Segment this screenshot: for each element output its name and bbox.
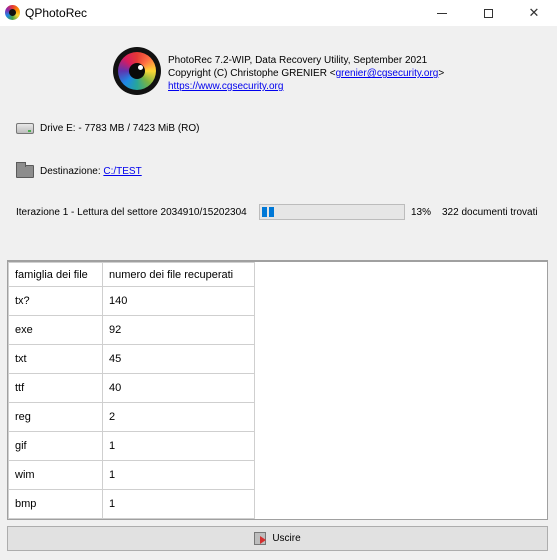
file-family-cell: exe [8, 315, 103, 345]
table-row[interactable]: exe 92 [8, 315, 255, 345]
file-count-cell: 1 [102, 431, 255, 461]
photorec-logo [113, 47, 161, 95]
quit-button-label: Uscire [272, 533, 301, 544]
about-text: PhotoRec 7.2-WIP, Data Recovery Utility,… [168, 54, 444, 93]
destination-label: Destinazione: [40, 166, 101, 177]
table-row[interactable]: reg 2 [8, 402, 255, 432]
drive-info: Drive E: - 7783 MB / 7423 MiB (RO) [16, 123, 200, 134]
file-count-cell: 1 [102, 489, 255, 519]
exit-icon [254, 532, 267, 545]
file-family-cell: tx? [8, 286, 103, 316]
destination-info: Destinazione: C:/TEST [16, 162, 142, 178]
file-count-cell: 1 [102, 460, 255, 490]
table-header-row: famiglia dei file numero dei file recupe… [8, 262, 255, 287]
window-title: QPhotoRec [25, 6, 88, 20]
file-family-cell: gif [8, 431, 103, 461]
file-family-cell: wim [8, 460, 103, 490]
version-line: PhotoRec 7.2-WIP, Data Recovery Utility,… [168, 55, 428, 66]
column-header-family[interactable]: famiglia dei file [8, 262, 103, 287]
table-row[interactable]: ttf 40 [8, 373, 255, 403]
file-family-cell: bmp [8, 489, 103, 519]
destination-path-link[interactable]: C:/TEST [103, 166, 141, 177]
column-header-count[interactable]: numero dei file recuperati [102, 262, 255, 287]
results-table: famiglia dei file numero dei file recupe… [8, 262, 255, 519]
file-count-cell: 140 [102, 286, 255, 316]
file-count-cell: 2 [102, 402, 255, 432]
minimize-button[interactable] [419, 0, 465, 26]
title-bar: QPhotoRec ✕ [0, 0, 557, 26]
iteration-status: Iterazione 1 - Lettura del settore 20349… [16, 207, 247, 218]
table-row[interactable]: bmp 1 [8, 489, 255, 519]
progress-chunk [269, 207, 274, 217]
file-family-cell: txt [8, 344, 103, 374]
drive-label: Drive E: - 7783 MB / 7423 MiB (RO) [40, 123, 200, 134]
progress-chunk [262, 207, 267, 217]
hard-drive-icon [16, 123, 34, 134]
file-count-cell: 92 [102, 315, 255, 345]
maximize-icon [483, 8, 493, 18]
file-family-cell: reg [8, 402, 103, 432]
table-row[interactable]: tx? 140 [8, 286, 255, 316]
app-icon [5, 5, 20, 20]
copyright-line: Copyright (C) Christophe GRENIER <grenie… [168, 68, 445, 79]
close-button[interactable]: ✕ [511, 0, 557, 26]
maximize-button[interactable] [465, 0, 511, 26]
file-family-cell: ttf [8, 373, 103, 403]
folder-icon [16, 162, 34, 178]
file-count-cell: 40 [102, 373, 255, 403]
table-row[interactable]: gif 1 [8, 431, 255, 461]
progress-percent: 13% [411, 207, 432, 218]
results-table-panel: famiglia dei file numero dei file recupe… [7, 260, 548, 520]
website-link[interactable]: https://www.cgsecurity.org [168, 81, 283, 92]
quit-button[interactable]: Uscire [7, 526, 548, 551]
file-count-cell: 45 [102, 344, 255, 374]
files-found-count: 322 documenti trovati [442, 207, 538, 218]
progress-fill [260, 205, 404, 219]
table-row[interactable]: wim 1 [8, 460, 255, 490]
minimize-icon [437, 12, 447, 14]
email-link[interactable]: grenier@cgsecurity.org [336, 68, 439, 79]
progress-bar [259, 204, 405, 220]
table-row[interactable]: txt 45 [8, 344, 255, 374]
close-icon: ✕ [528, 5, 540, 20]
